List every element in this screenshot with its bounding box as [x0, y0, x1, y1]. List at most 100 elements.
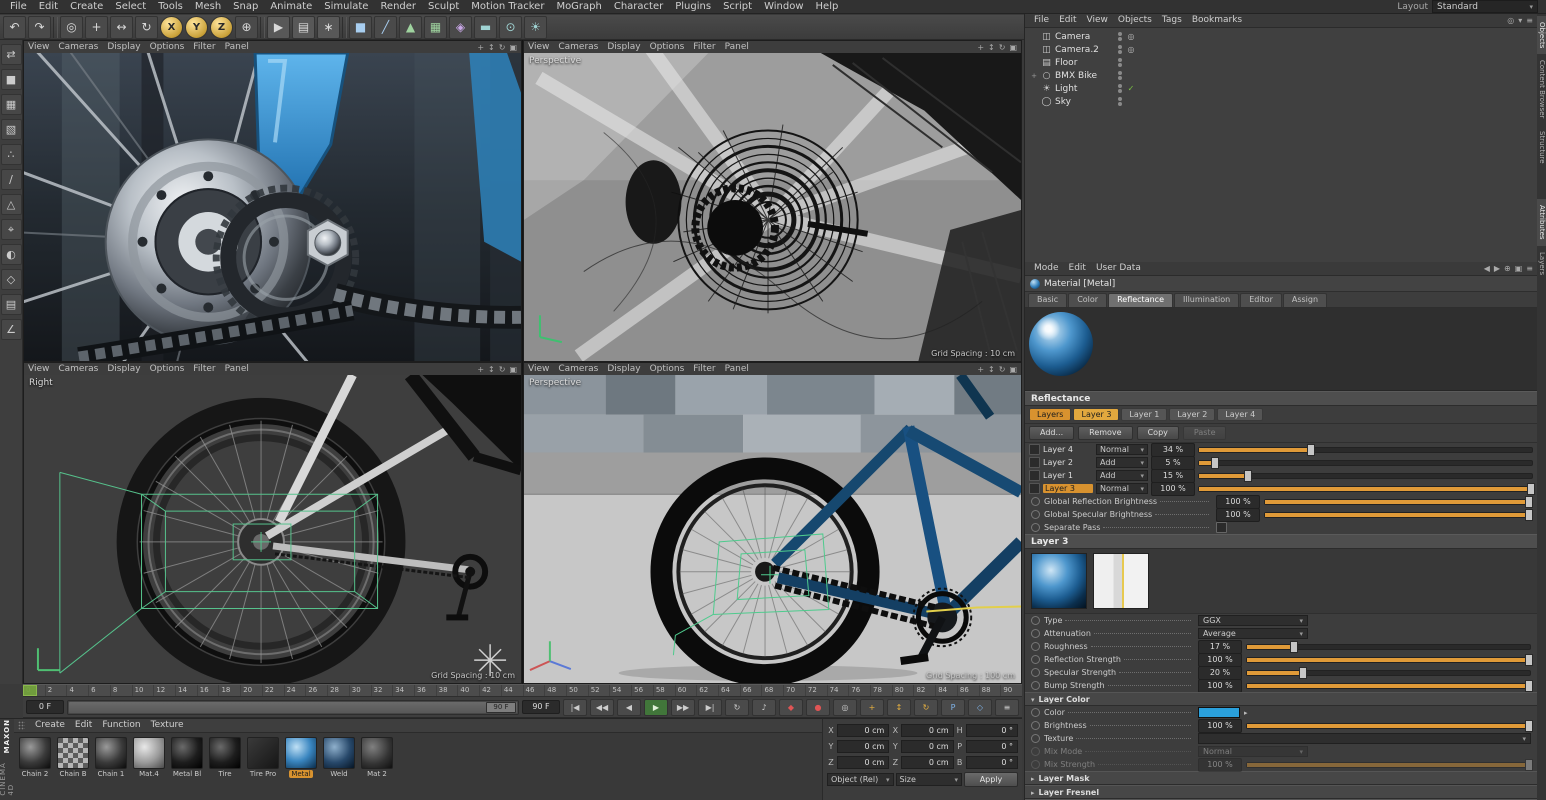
material-thumbnail[interactable]	[57, 737, 89, 769]
am-copy-icon[interactable]: ⊕	[1504, 264, 1511, 273]
viewport-menu-item[interactable]: Panel	[225, 41, 249, 53]
object-name[interactable]: BMX Bike	[1055, 71, 1113, 81]
layer-preview-aniso[interactable]	[1093, 553, 1149, 609]
param-circle-icon[interactable]	[1031, 734, 1040, 743]
menu-item[interactable]: Create	[64, 0, 109, 14]
menu-item[interactable]: Sculpt	[422, 0, 465, 14]
timeline-playhead[interactable]	[23, 685, 37, 696]
object-row[interactable]: ◫ Camera.2 ◎	[1025, 43, 1537, 56]
param-circle-icon[interactable]	[1031, 681, 1040, 690]
viewport-solo-icon[interactable]: ◐	[1, 244, 22, 265]
layer-enable-checkbox[interactable]	[1029, 457, 1040, 468]
timeline-end-field[interactable]: 90 F	[522, 700, 560, 714]
menu-item[interactable]: Animate	[264, 0, 318, 14]
param-value-field[interactable]: 17 %	[1198, 640, 1242, 654]
material-menu-item[interactable]: Texture	[146, 719, 189, 732]
material-item[interactable]: Chain B	[56, 737, 90, 778]
axis-z-lock-button[interactable]: Z	[210, 16, 233, 39]
layer-name[interactable]: Layer 4	[1043, 445, 1093, 454]
viewport-menu-item[interactable]: Display	[107, 363, 140, 375]
rotate-view-icon[interactable]: ↻	[999, 365, 1006, 374]
attribute-menu-item[interactable]: Edit	[1064, 262, 1091, 275]
maximize-view-icon[interactable]: ▣	[1009, 365, 1017, 374]
param-circle-icon[interactable]	[1031, 629, 1040, 638]
viewport-menu-item[interactable]: Cameras	[558, 363, 598, 375]
prev-frame-button[interactable]: ◀	[617, 699, 641, 716]
menu-item[interactable]: Character	[608, 0, 669, 14]
visibility-dots[interactable]	[1118, 45, 1122, 54]
layer-blend-mode-select[interactable]: Add	[1096, 470, 1148, 481]
object-manager-menu-item[interactable]: Edit	[1054, 14, 1081, 27]
visibility-dots[interactable]	[1118, 58, 1122, 67]
material-tab[interactable]: Reflectance	[1108, 293, 1173, 307]
maximize-view-icon[interactable]: ▣	[509, 43, 517, 52]
layer-color-section-header[interactable]: Layer Color	[1025, 692, 1537, 706]
layer-action-button[interactable]: Add...	[1029, 426, 1074, 440]
coord-rotation-field[interactable]: 0 °	[966, 740, 1018, 753]
menu-item[interactable]: Window	[758, 0, 809, 14]
param-value-field[interactable]: 100 %	[1216, 508, 1260, 522]
layer-strength-field[interactable]: 34 %	[1151, 443, 1195, 457]
viewport-menu-item[interactable]: Filter	[693, 41, 715, 53]
om-menu-icon[interactable]: ≡	[1526, 16, 1533, 25]
viewport-menu-item[interactable]: View	[28, 41, 49, 53]
render-settings-button[interactable]: ∗	[317, 16, 340, 39]
menu-item[interactable]: Simulate	[318, 0, 374, 14]
reflectance-layer-row[interactable]: Layer 3 Normal 100 %	[1025, 482, 1537, 495]
side-tab[interactable]: Structure	[1537, 125, 1546, 170]
points-mode-icon[interactable]: ∴	[1, 144, 22, 165]
coord-rotation-field[interactable]: 0 °	[966, 724, 1018, 737]
rotate-icon[interactable]: ↻	[135, 16, 158, 39]
timeline-range-bar[interactable]	[69, 702, 517, 713]
param-slider[interactable]	[1264, 512, 1531, 518]
viewport-menu-item[interactable]: Display	[107, 41, 140, 53]
material-thumbnail[interactable]	[323, 737, 355, 769]
coord-size-field[interactable]: 0 cm	[901, 756, 953, 769]
object-row[interactable]: + ○ BMX Bike	[1025, 69, 1537, 82]
menu-item[interactable]: Motion Tracker	[465, 0, 550, 14]
workplane-mode-icon[interactable]: ▧	[1, 119, 22, 140]
viewport-menu-item[interactable]: Cameras	[58, 363, 98, 375]
coord-position-field[interactable]: 0 cm	[837, 724, 889, 737]
param-slider[interactable]	[1246, 670, 1531, 676]
layer-enable-checkbox[interactable]	[1029, 444, 1040, 455]
material-thumbnail[interactable]	[133, 737, 165, 769]
maximize-view-icon[interactable]: ▣	[1009, 43, 1017, 52]
rotate-view-icon[interactable]: ↻	[499, 365, 506, 374]
object-row[interactable]: ▤ Floor	[1025, 56, 1537, 69]
record-position-toggle[interactable]: +	[860, 699, 884, 716]
layer-strength-slider[interactable]	[1198, 447, 1533, 453]
side-tab[interactable]: Content Browser	[1537, 54, 1546, 124]
record-rotation-toggle[interactable]: ↻	[914, 699, 938, 716]
environment-button[interactable]: ▬	[474, 16, 497, 39]
material-thumbnail[interactable]	[209, 737, 241, 769]
viewport-menu-item[interactable]: Filter	[193, 41, 215, 53]
zoom-view-icon[interactable]: ↕	[988, 43, 995, 52]
viewport-wireframe[interactable]: ViewCamerasDisplayOptionsFilterPanel +↕↻…	[523, 40, 1022, 362]
object-name[interactable]: Light	[1055, 84, 1113, 94]
object-tag-icon[interactable]: ◎	[1125, 45, 1137, 54]
viewport-menu-item[interactable]: Panel	[725, 41, 749, 53]
timeline-range-end-handle[interactable]: 90 F	[486, 702, 516, 713]
coord-object-mode-select[interactable]: Object (Rel)	[827, 773, 894, 786]
coord-size-field[interactable]: 0 cm	[901, 740, 953, 753]
prev-key-button[interactable]: ◀◀	[590, 699, 614, 716]
menu-item[interactable]: Snap	[227, 0, 264, 14]
viewport-menu-item[interactable]: View	[528, 363, 549, 375]
material-preview[interactable]	[1029, 312, 1093, 376]
viewport-menu-item[interactable]: Display	[607, 41, 640, 53]
material-item[interactable]: Weld	[322, 737, 356, 778]
timeline-range-slider[interactable]: 90 F	[67, 700, 519, 715]
layer-tab[interactable]: Layer 2	[1169, 408, 1215, 421]
viewport-menu-item[interactable]: Options	[650, 41, 685, 53]
layer-blend-mode-select[interactable]: Normal	[1096, 483, 1148, 494]
object-name[interactable]: Camera	[1055, 32, 1113, 42]
param-value-field[interactable]: 100 %	[1198, 679, 1242, 693]
material-item[interactable]: Tire	[208, 737, 242, 778]
param-circle-icon[interactable]	[1031, 655, 1040, 664]
axis-x-lock-button[interactable]: X	[160, 16, 183, 39]
material-thumbnail[interactable]	[361, 737, 393, 769]
redo-icon[interactable]: ↷	[28, 16, 51, 39]
param-slider[interactable]	[1246, 657, 1531, 663]
deformer-button[interactable]: ◈	[449, 16, 472, 39]
